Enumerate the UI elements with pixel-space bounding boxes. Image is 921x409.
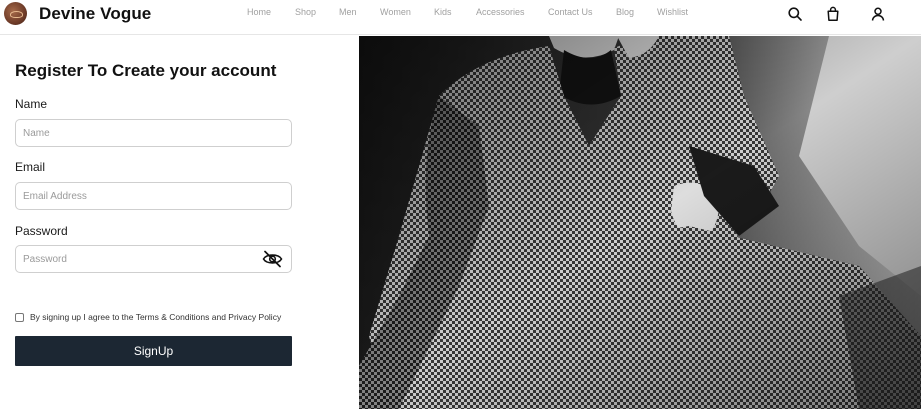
name-input[interactable] bbox=[15, 119, 292, 147]
search-icon[interactable] bbox=[787, 6, 803, 22]
main-nav: Home Shop Men Women Kids Accessories Con… bbox=[0, 7, 921, 21]
nav-item-women[interactable]: Women bbox=[380, 7, 411, 17]
shopping-bag-icon[interactable] bbox=[825, 6, 841, 22]
nav-item-wishlist[interactable]: Wishlist bbox=[657, 7, 688, 17]
user-icon[interactable] bbox=[870, 6, 886, 22]
signup-button[interactable]: SignUp bbox=[15, 336, 292, 366]
password-label: Password bbox=[15, 224, 68, 238]
terms-text: By signing up I agree to the Terms & Con… bbox=[30, 312, 282, 322]
email-input[interactable] bbox=[15, 182, 292, 210]
hero-photo-illustration bbox=[359, 36, 921, 409]
nav-item-shop[interactable]: Shop bbox=[295, 7, 316, 17]
terms-checkbox[interactable] bbox=[15, 313, 24, 322]
nav-item-kids[interactable]: Kids bbox=[434, 7, 452, 17]
nav-item-blog[interactable]: Blog bbox=[616, 7, 634, 17]
nav-item-contact-us[interactable]: Contact Us bbox=[548, 7, 593, 17]
form-title: Register To Create your account bbox=[15, 61, 277, 80]
name-label: Name bbox=[15, 97, 48, 111]
hero-photo bbox=[359, 36, 921, 409]
nav-item-home[interactable]: Home bbox=[247, 7, 271, 17]
password-input[interactable] bbox=[15, 245, 292, 273]
eye-off-icon[interactable] bbox=[262, 250, 283, 268]
email-label: Email bbox=[15, 160, 46, 174]
nav-item-men[interactable]: Men bbox=[339, 7, 357, 17]
nav-item-accessories[interactable]: Accessories bbox=[476, 7, 525, 17]
site-header: Devine Vogue Home Shop Men Women Kids Ac… bbox=[0, 0, 921, 35]
